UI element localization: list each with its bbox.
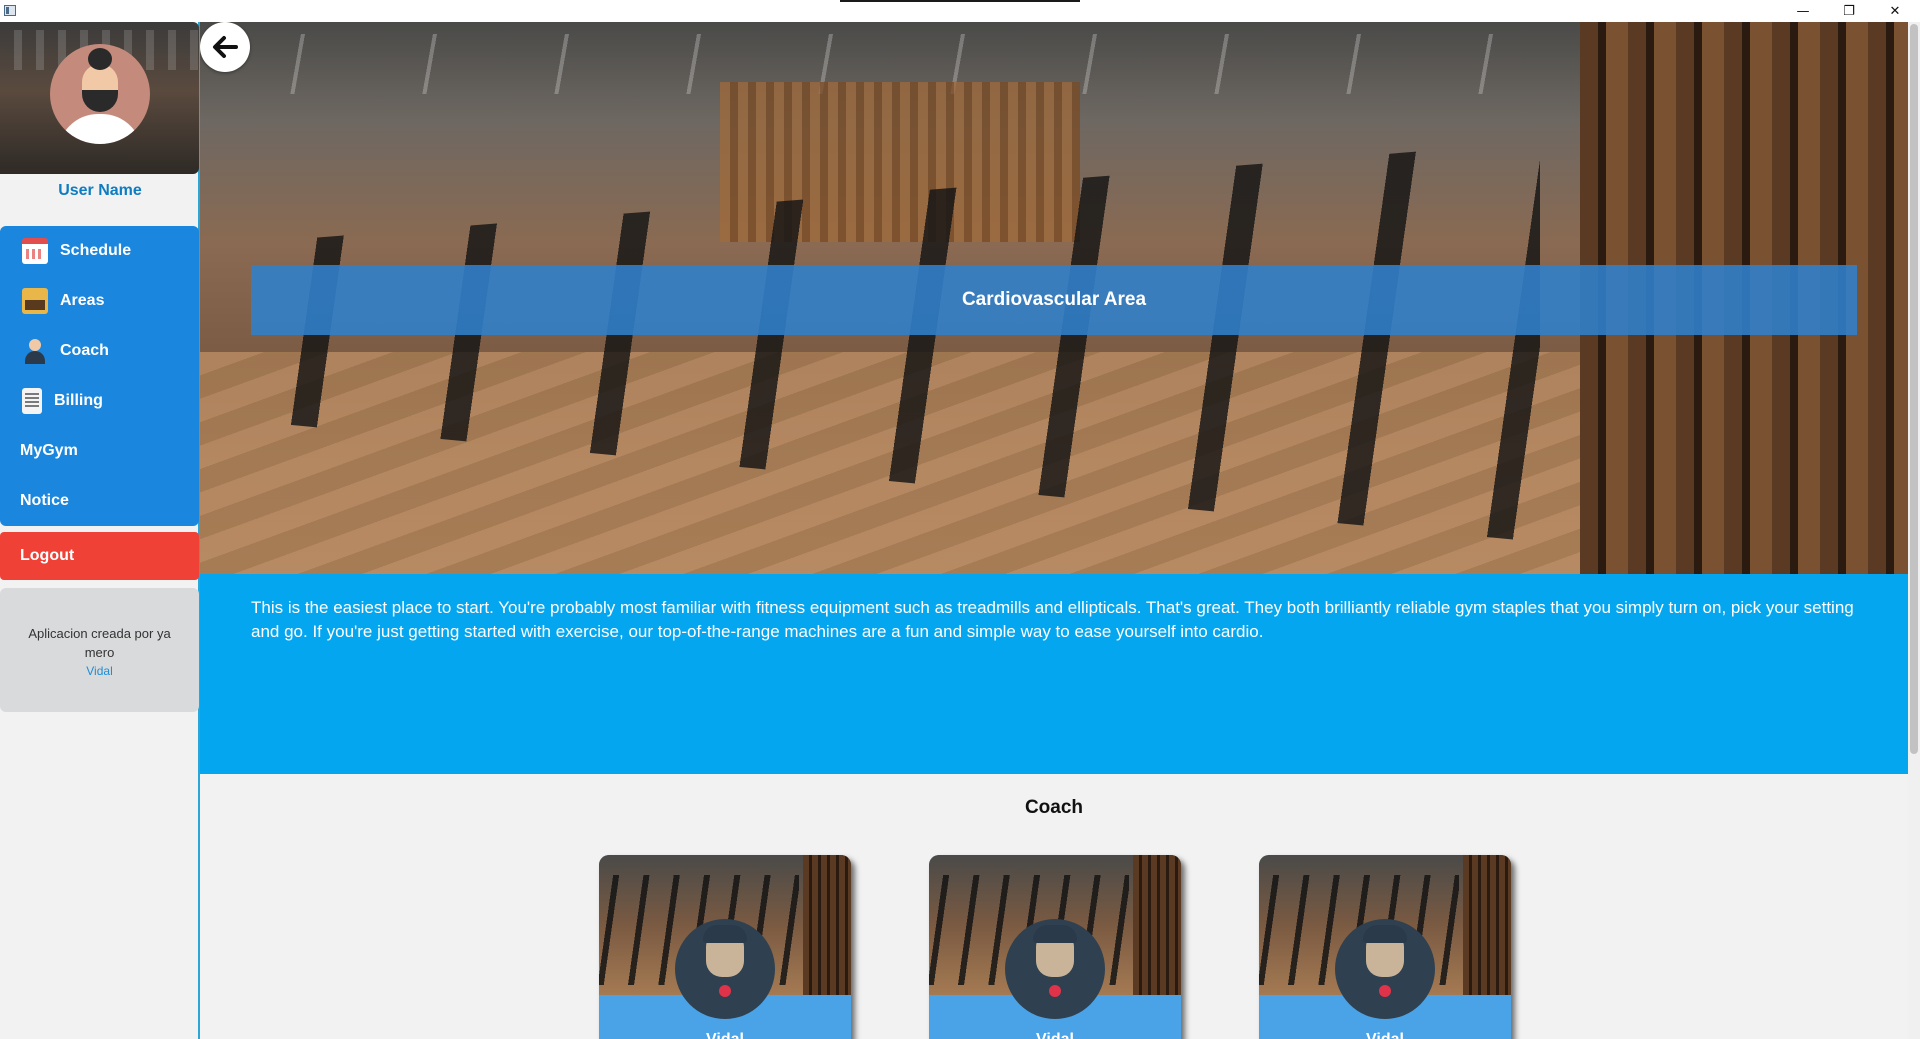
calendar-icon: [22, 238, 48, 264]
user-name: User Name: [58, 182, 142, 199]
main-content: Cardiovascular Area This is the easiest …: [200, 22, 1908, 1039]
sidebar-nav: Schedule Areas Coach Billing MyGym Notic…: [0, 226, 199, 526]
logout-button[interactable]: Logout: [0, 532, 199, 580]
sidebar: User Name Schedule Areas Coach Billing M…: [0, 22, 200, 1039]
coach-name: Vidal: [929, 1031, 1181, 1039]
receipt-icon: [22, 388, 42, 414]
user-avatar[interactable]: [50, 44, 150, 144]
coach-icon: [22, 338, 48, 364]
credit-author-link[interactable]: Vidal: [0, 664, 199, 678]
scrollbar-thumb[interactable]: [1910, 24, 1918, 754]
coach-card[interactable]: Vidal: [929, 855, 1181, 1039]
credit-panel: Aplicacion creada por ya mero Vidal: [0, 588, 199, 712]
coach-avatar: [1335, 919, 1435, 1019]
coach-avatar: [675, 919, 775, 1019]
sidebar-item-label: Areas: [60, 292, 105, 309]
vertical-scrollbar[interactable]: [1908, 22, 1920, 1039]
back-button[interactable]: [200, 22, 250, 72]
gym-icon: [22, 288, 48, 314]
window-titlebar: — ❐ ✕: [0, 0, 1920, 22]
area-hero-image: Cardiovascular Area: [200, 22, 1908, 574]
sidebar-item-mygym[interactable]: MyGym: [0, 426, 199, 476]
sidebar-item-areas[interactable]: Areas: [0, 276, 199, 326]
sidebar-item-label: Billing: [54, 392, 103, 409]
area-description-text: This is the easiest place to start. You'…: [251, 598, 1854, 641]
coach-name: Vidal: [1259, 1031, 1511, 1039]
close-icon[interactable]: ✕: [1872, 0, 1918, 22]
sidebar-item-label: Coach: [60, 342, 109, 359]
area-description: This is the easiest place to start. You'…: [200, 574, 1908, 774]
sidebar-item-schedule[interactable]: Schedule: [0, 226, 199, 276]
credit-text: Aplicacion creada por ya mero: [28, 626, 171, 660]
arrow-left-icon: [213, 36, 238, 58]
sidebar-item-label: Schedule: [60, 242, 132, 259]
sidebar-item-label: Notice: [20, 492, 69, 509]
minimize-icon[interactable]: —: [1780, 0, 1826, 22]
coach-section-title: Coach: [1024, 797, 1084, 818]
area-title-banner: Cardiovascular Area: [251, 265, 1857, 335]
area-title: Cardiovascular Area: [961, 289, 1147, 310]
sidebar-item-coach[interactable]: Coach: [0, 326, 199, 376]
profile-header: [0, 22, 199, 174]
coach-card[interactable]: Vidal: [1259, 855, 1511, 1039]
restore-icon[interactable]: ❐: [1826, 0, 1872, 22]
coach-card[interactable]: Vidal: [599, 855, 851, 1039]
sidebar-item-notice[interactable]: Notice: [0, 476, 199, 526]
app-icon: [4, 5, 16, 16]
title-underline: [840, 0, 1080, 2]
coach-avatar: [1005, 919, 1105, 1019]
sidebar-item-label: MyGym: [20, 442, 78, 459]
sidebar-item-billing[interactable]: Billing: [0, 376, 199, 426]
coach-name: Vidal: [599, 1031, 851, 1039]
